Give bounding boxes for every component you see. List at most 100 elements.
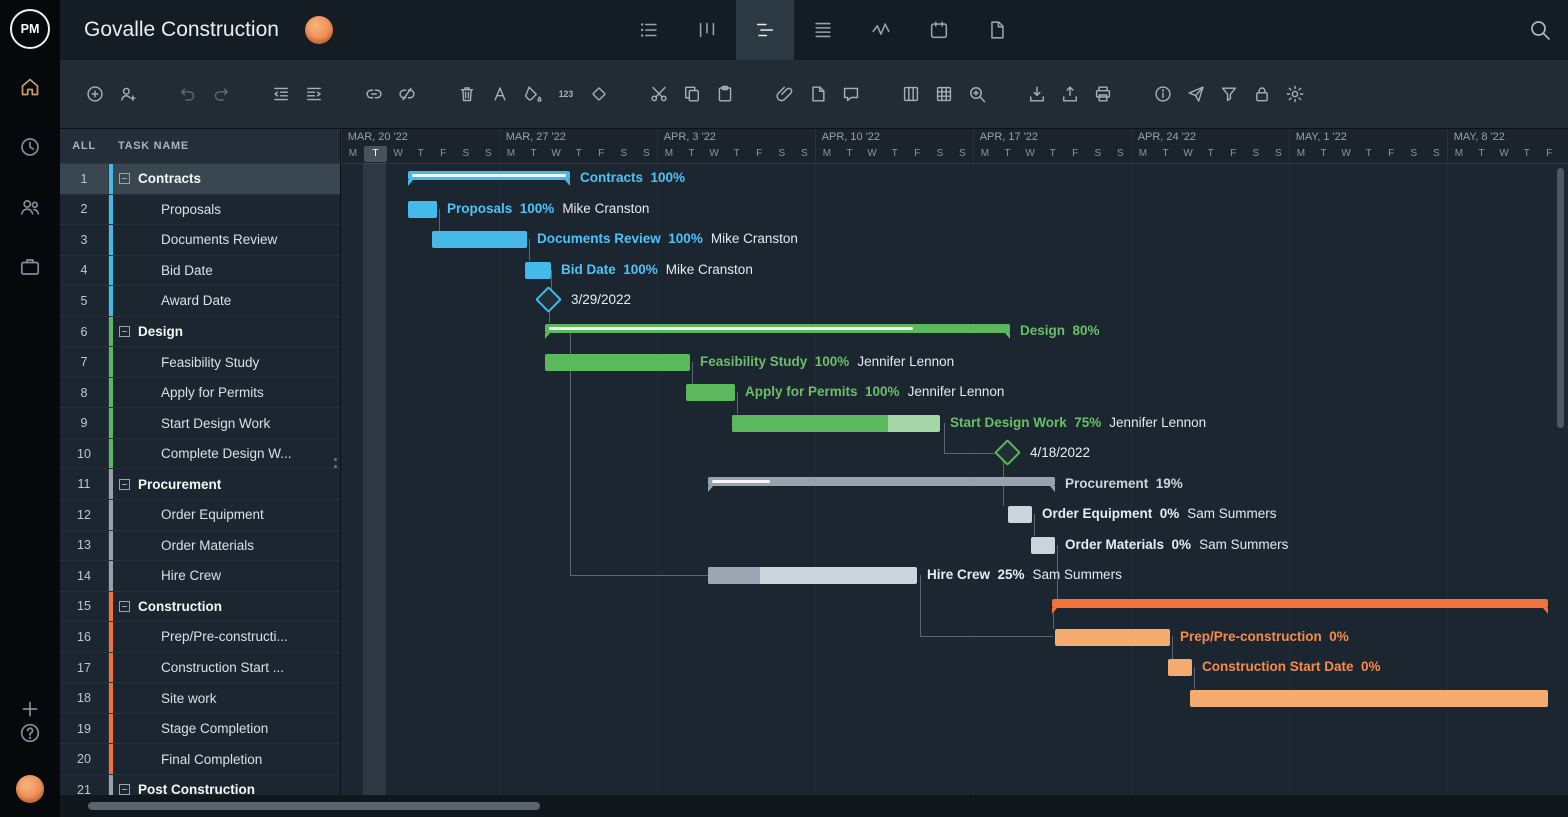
grid-button[interactable]	[927, 77, 960, 111]
milestone-button[interactable]	[582, 77, 615, 111]
lock-button[interactable]	[1245, 77, 1278, 111]
task-row[interactable]: 20Final Completion	[60, 744, 340, 775]
task-row[interactable]: 4Bid Date	[60, 256, 340, 287]
task-name-cell[interactable]: Complete Design W...	[109, 439, 340, 469]
collapse-toggle-icon[interactable]	[119, 601, 130, 612]
task-row[interactable]: 15Construction	[60, 592, 340, 623]
task-name-cell[interactable]: Construction Start ...	[109, 653, 340, 683]
vertical-scrollbar[interactable]	[1557, 168, 1564, 428]
view-tab-activity[interactable]	[852, 0, 910, 60]
task-name-cell[interactable]: Design	[109, 317, 340, 347]
task-name-cell[interactable]: Start Design Work	[109, 408, 340, 438]
unlink-button[interactable]	[390, 77, 423, 111]
task-name-cell[interactable]: Prep/Pre-constructi...	[109, 622, 340, 652]
print-button[interactable]	[1086, 77, 1119, 111]
link-button[interactable]	[357, 77, 390, 111]
task-row[interactable]: 1Contracts	[60, 164, 340, 195]
delete-button[interactable]	[450, 77, 483, 111]
task-name-cell[interactable]: Award Date	[109, 286, 340, 316]
task-name-cell[interactable]: Feasibility Study	[109, 347, 340, 377]
undo-button[interactable]	[171, 77, 204, 111]
numbers-button[interactable]: 123	[549, 77, 582, 111]
task-row[interactable]: 7Feasibility Study	[60, 347, 340, 378]
settings-button[interactable]	[1278, 77, 1311, 111]
copy-button[interactable]	[675, 77, 708, 111]
task-row[interactable]: 13Order Materials	[60, 531, 340, 562]
gantt-task-bar[interactable]	[1055, 629, 1170, 646]
info-button[interactable]	[1146, 77, 1179, 111]
gantt-task-bar[interactable]	[1031, 537, 1055, 554]
task-row[interactable]: 14Hire Crew	[60, 561, 340, 592]
task-name-cell[interactable]: Contracts	[109, 164, 340, 194]
gantt-summary-bar[interactable]	[408, 171, 570, 180]
attach-button[interactable]	[768, 77, 801, 111]
task-name-cell[interactable]: Proposals	[109, 195, 340, 225]
collapse-toggle-icon[interactable]	[119, 326, 130, 337]
gantt-task-bar[interactable]	[432, 231, 527, 248]
sidebar-home-button[interactable]	[18, 75, 42, 99]
task-name-cell[interactable]: Order Equipment	[109, 500, 340, 530]
gantt-task-bar[interactable]	[1190, 690, 1548, 707]
column-header-all[interactable]: ALL	[60, 140, 108, 152]
gantt-summary-bar[interactable]	[545, 324, 1010, 333]
sidebar-team-button[interactable]	[18, 195, 42, 219]
collapse-toggle-icon[interactable]	[119, 479, 130, 490]
assign-user-button[interactable]	[111, 77, 144, 111]
gantt-task-bar[interactable]	[732, 415, 940, 432]
export-button[interactable]	[1053, 77, 1086, 111]
view-tab-gantt[interactable]	[736, 0, 794, 60]
sidebar-add-button[interactable]	[18, 697, 42, 721]
share-button[interactable]	[1179, 77, 1212, 111]
task-name-cell[interactable]: Hire Crew	[109, 561, 340, 591]
gantt-milestone-diamond[interactable]	[994, 439, 1021, 466]
task-name-cell[interactable]: Procurement	[109, 469, 340, 499]
gantt-task-bar[interactable]	[1168, 659, 1192, 676]
panel-resize-handle[interactable]	[334, 458, 337, 461]
task-row[interactable]: 3Documents Review	[60, 225, 340, 256]
task-row[interactable]: 17Construction Start ...	[60, 653, 340, 684]
task-name-cell[interactable]: Bid Date	[109, 256, 340, 286]
task-row[interactable]: 9Start Design Work	[60, 408, 340, 439]
gantt-canvas[interactable]: Contracts 100%Proposals 100%Mike Cransto…	[340, 163, 1568, 817]
sidebar-portfolio-button[interactable]	[18, 255, 42, 279]
task-row[interactable]: 16Prep/Pre-constructi...	[60, 622, 340, 653]
pm-logo[interactable]: PM	[10, 9, 50, 49]
add-task-button[interactable]	[78, 77, 111, 111]
view-tab-calendar[interactable]	[910, 0, 968, 60]
notes-button[interactable]	[801, 77, 834, 111]
task-row[interactable]: 8Apply for Permits	[60, 378, 340, 409]
indent-button[interactable]	[297, 77, 330, 111]
task-row[interactable]: 5Award Date	[60, 286, 340, 317]
task-row[interactable]: 6Design	[60, 317, 340, 348]
task-row[interactable]: 18Site work	[60, 683, 340, 714]
comment-button[interactable]	[834, 77, 867, 111]
task-name-cell[interactable]: Order Materials	[109, 531, 340, 561]
gantt-task-bar[interactable]	[1008, 506, 1032, 523]
outdent-button[interactable]	[264, 77, 297, 111]
task-row[interactable]: 2Proposals	[60, 195, 340, 226]
collapse-toggle-icon[interactable]	[119, 784, 130, 795]
sidebar-help-button[interactable]	[18, 721, 42, 745]
horizontal-scrollbar[interactable]	[88, 802, 540, 810]
cut-button[interactable]	[642, 77, 675, 111]
gantt-task-bar[interactable]	[686, 384, 735, 401]
sidebar-recent-button[interactable]	[18, 135, 42, 159]
fill-color-button[interactable]	[516, 77, 549, 111]
task-name-cell[interactable]: Construction	[109, 592, 340, 622]
gantt-task-bar[interactable]	[545, 354, 690, 371]
gantt-milestone-diamond[interactable]	[535, 287, 562, 314]
task-name-cell[interactable]: Final Completion	[109, 744, 340, 774]
user-avatar[interactable]	[16, 775, 44, 803]
zoom-button[interactable]	[960, 77, 993, 111]
task-row[interactable]: 12Order Equipment	[60, 500, 340, 531]
gantt-task-bar[interactable]	[408, 201, 437, 218]
task-row[interactable]: 11Procurement	[60, 469, 340, 500]
filter-button[interactable]	[1212, 77, 1245, 111]
view-tab-list[interactable]	[620, 0, 678, 60]
paste-button[interactable]	[708, 77, 741, 111]
import-button[interactable]	[1020, 77, 1053, 111]
view-tab-docs[interactable]	[968, 0, 1026, 60]
format-text-button[interactable]	[483, 77, 516, 111]
gantt-task-bar[interactable]	[525, 262, 551, 279]
redo-button[interactable]	[204, 77, 237, 111]
